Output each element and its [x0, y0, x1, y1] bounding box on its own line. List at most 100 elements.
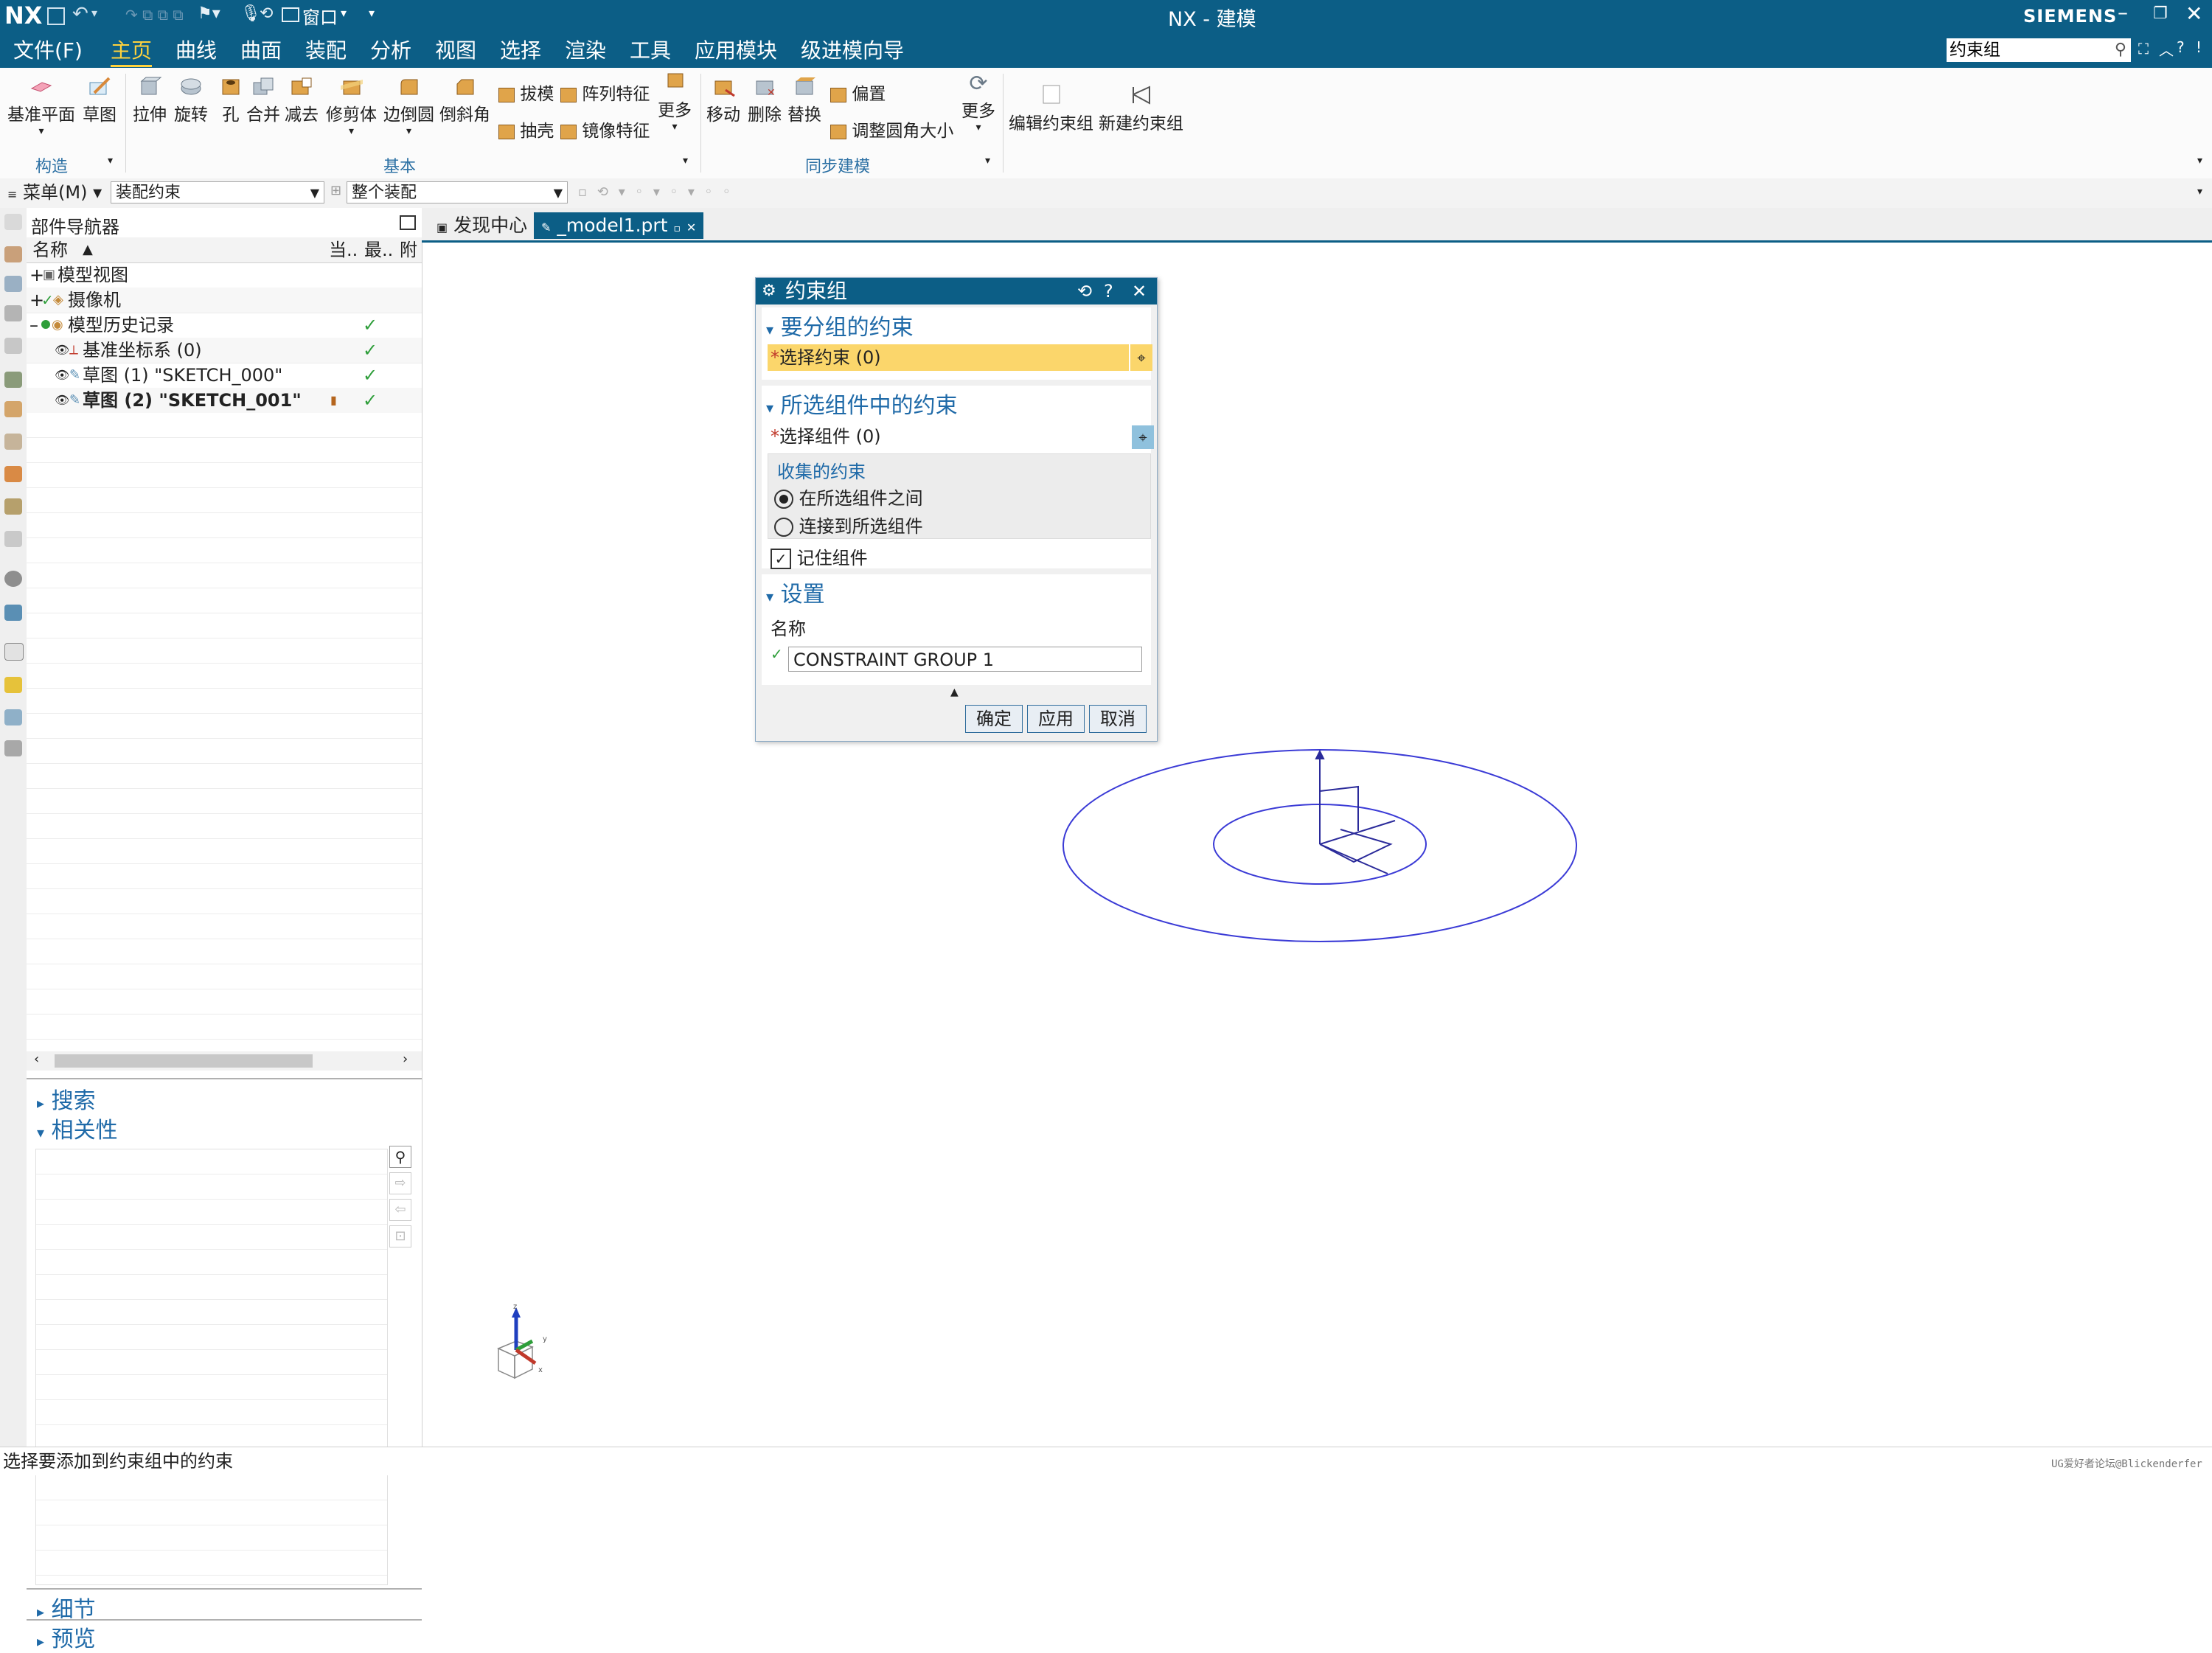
scope-select[interactable]: 整个装配 ▼: [347, 181, 568, 203]
minimize-button[interactable]: –: [2118, 0, 2128, 24]
crosshair-icon[interactable]: ⌖: [1132, 425, 1154, 449]
qat-customize-icon[interactable]: ▾: [369, 6, 375, 20]
sync-group-menu-icon[interactable]: ▾: [985, 155, 990, 167]
eye-icon[interactable]: 👁: [55, 338, 69, 363]
new-constraint-group-button[interactable]: 新建约束组: [1099, 84, 1183, 134]
window-menu[interactable]: 窗口: [302, 3, 338, 29]
view-icon[interactable]: ⟲: [260, 4, 273, 23]
column-name[interactable]: 名称: [32, 237, 68, 262]
unite-button[interactable]: 合并: [246, 75, 280, 125]
menu-progressive-die[interactable]: 级进模向导: [801, 37, 904, 65]
menu-view[interactable]: 视图: [435, 37, 476, 65]
select-constraint-field[interactable]: *选择约束 (0): [768, 344, 1129, 371]
manufacturing-wizard-icon[interactable]: [4, 498, 22, 515]
shell-button[interactable]: 抽壳: [498, 116, 554, 142]
selection-tools-icon[interactable]: ▫ ⟲ ▾ ◦ ▾ ◦ ▾ ◦ ◦: [578, 184, 734, 200]
undo-dropdown-icon[interactable]: ▾: [91, 6, 97, 20]
basic-group-menu-icon[interactable]: ▾: [683, 155, 688, 167]
maximize-panel-icon[interactable]: [400, 215, 416, 230]
selection-tools-icon[interactable]: ⚑▾: [198, 4, 220, 23]
eye-icon[interactable]: 👁: [55, 363, 69, 388]
construct-group-menu-icon[interactable]: ▾: [108, 155, 113, 167]
reset-icon[interactable]: ⟲: [1077, 278, 1092, 304]
window-icon[interactable]: [282, 7, 299, 22]
save-icon[interactable]: [47, 7, 65, 25]
collapse-icon[interactable]: –: [29, 313, 38, 338]
menu-tools[interactable]: 工具: [630, 37, 671, 65]
cancel-button[interactable]: 取消: [1089, 705, 1147, 733]
splitter[interactable]: [27, 1588, 422, 1590]
menu-applications[interactable]: 应用模块: [695, 37, 777, 65]
mirror-feature-button[interactable]: 镜像特征: [560, 116, 650, 142]
basic-more-button[interactable]: 更多 ▾: [658, 71, 692, 133]
splitter[interactable]: [27, 1078, 422, 1079]
radio-connected-to-components[interactable]: 连接到所选组件: [774, 512, 923, 537]
magnifier-icon[interactable]: ⚲: [389, 1146, 411, 1168]
trim-body-button[interactable]: 修剪体 ▾: [326, 75, 377, 137]
collapse-more-icon[interactable]: ▲: [950, 686, 959, 698]
scroll-left-icon[interactable]: ‹: [34, 1051, 39, 1067]
close-tab-icon[interactable]: ✕: [686, 220, 696, 234]
ok-button[interactable]: 确定: [965, 705, 1023, 733]
radio-selected-icon[interactable]: [774, 490, 793, 509]
tree-row-model-views[interactable]: + ▣ 模型视图: [27, 262, 422, 288]
settings-icon[interactable]: [4, 214, 22, 230]
close-window-button[interactable]: ✕: [2185, 1, 2202, 26]
hole-button[interactable]: 孔: [218, 75, 243, 125]
restore-button[interactable]: ❐: [2153, 4, 2168, 23]
constraints-section-header[interactable]: ▾ 要分组的约束: [766, 309, 914, 341]
tree-row-cameras[interactable]: + ✓ ◈ 摄像机: [27, 288, 422, 313]
process-studio-icon[interactable]: [4, 466, 22, 482]
components-section-header[interactable]: ▾ 所选组件中的约束: [766, 387, 958, 420]
type-filter-select[interactable]: 装配约束 ▼: [111, 181, 324, 203]
preview-section-header[interactable]: ▸ 预览: [37, 1621, 96, 1653]
close-icon[interactable]: ✕: [1132, 278, 1147, 304]
menu-assembly[interactable]: 装配: [305, 37, 347, 65]
tree-row-model-history[interactable]: – ◉ 模型历史记录 ✓: [27, 313, 422, 338]
graphics-window[interactable]: z y x: [429, 243, 2212, 1446]
search-section-header[interactable]: ▸ 搜索: [37, 1082, 96, 1115]
hd3d-icon[interactable]: [4, 709, 22, 725]
tab-model1[interactable]: ✎ _model1.prt ▫ ✕: [534, 212, 704, 239]
help-icon[interactable]: ?: [2177, 38, 2185, 56]
constraint-navigator-icon[interactable]: [4, 305, 22, 321]
sync-more-button[interactable]: ⟳ 更多 ▾: [961, 71, 995, 133]
history-icon[interactable]: [4, 434, 22, 450]
delete-face-button[interactable]: ✕ 删除: [748, 75, 782, 125]
move-face-button[interactable]: 移动: [706, 75, 740, 125]
settings-section-header[interactable]: ▾ 设置: [766, 576, 825, 608]
assembly-navigator-icon[interactable]: [4, 276, 22, 292]
column-current[interactable]: 当..: [329, 237, 358, 262]
menu-file[interactable]: 文件(F): [13, 37, 83, 65]
checkmark-icon[interactable]: ✓: [41, 288, 54, 313]
undo-icon[interactable]: ↶: [72, 3, 88, 25]
dialog-title-bar[interactable]: ⚙ 约束组 ⟲ ? ✕: [756, 278, 1157, 304]
template-icon[interactable]: [4, 740, 22, 756]
web-browser-icon[interactable]: [4, 401, 22, 417]
scroll-right-icon[interactable]: ›: [403, 1051, 408, 1067]
pattern-feature-button[interactable]: 阵列特征: [560, 80, 650, 105]
model-geometry[interactable]: [429, 243, 2212, 1446]
clock-icon[interactable]: [4, 643, 24, 661]
select-component-field[interactable]: *选择组件 (0): [768, 424, 1129, 449]
revolve-button[interactable]: 旋转: [174, 75, 208, 125]
alert-icon[interactable]: !: [2196, 38, 2202, 56]
edit-constraint-group-button[interactable]: 编辑约束组: [1009, 84, 1093, 134]
checkbox-checked-icon[interactable]: ✓: [771, 549, 791, 569]
help-icon[interactable]: ?: [1104, 278, 1113, 304]
palette-icon[interactable]: [4, 605, 22, 621]
reuse-library-icon[interactable]: [4, 372, 22, 388]
search-icon[interactable]: ⚲: [2115, 38, 2126, 62]
column-latest[interactable]: 最..: [364, 237, 393, 262]
replace-face-button[interactable]: 替换: [787, 75, 821, 125]
part-navigator-icon[interactable]: [4, 246, 22, 262]
menu-home[interactable]: 主页: [111, 37, 153, 67]
subtract-button[interactable]: 减去: [285, 75, 319, 125]
menu-render[interactable]: 渲染: [565, 37, 606, 65]
draft-button[interactable]: 拔模: [498, 80, 554, 105]
menu-analysis[interactable]: 分析: [370, 37, 411, 65]
radio-between-components[interactable]: 在所选组件之间: [774, 484, 923, 509]
dependencies-section-header[interactable]: ▾ 相关性: [37, 1112, 118, 1144]
horizontal-scrollbar[interactable]: ‹ ›: [27, 1051, 422, 1071]
crosshair-icon[interactable]: ⌖: [1130, 344, 1152, 371]
